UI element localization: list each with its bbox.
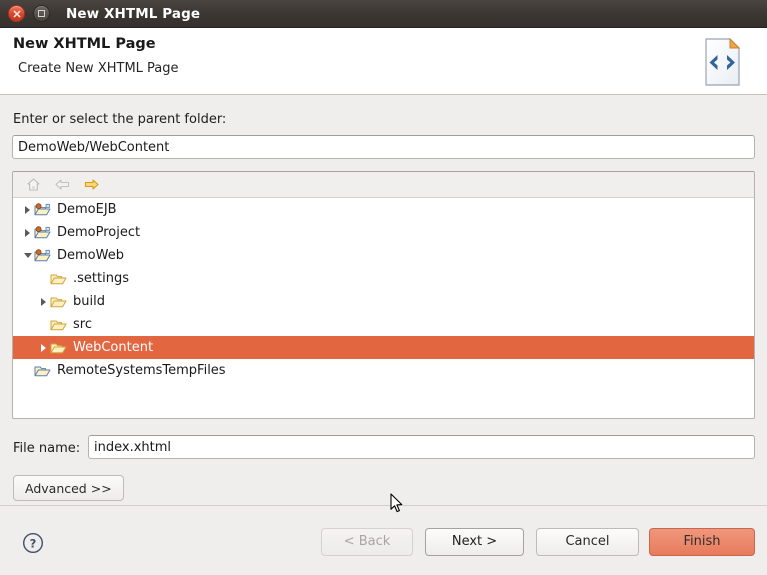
folder-icon [50,294,68,310]
tree-item-demoejb[interactable]: DemoEJB [13,198,754,221]
tree-item-remotesystemstempfiles[interactable]: RemoteSystemsTempFiles [13,359,754,382]
advanced-button[interactable]: Advanced >> [13,475,124,501]
tree-item-label: DemoProject [57,225,141,240]
chevron-right-icon[interactable] [21,221,34,244]
wizard-header: New XHTML Page Create New XHTML Page [0,28,767,95]
close-glyph [13,10,20,17]
chevron-right-icon[interactable] [37,336,50,359]
xhtml-page-icon [697,35,749,89]
file-name-label: File name: [13,441,81,456]
tree-item-src[interactable]: src [13,313,754,336]
dialog-body: Enter or select the parent folder: DemoW… [0,95,767,505]
svg-text:?: ? [30,536,37,550]
maximize-icon[interactable] [33,5,50,22]
maximize-glyph [38,10,45,17]
twisty-spacer [37,313,50,336]
project-folder-icon [34,202,52,218]
back-arrow-icon[interactable] [51,175,73,195]
forward-arrow-icon[interactable] [80,175,102,195]
twisty-spacer [37,267,50,290]
twisty-spacer [21,359,34,382]
cancel-button[interactable]: Cancel [536,528,639,556]
tree-item-label: WebContent [73,340,154,355]
tree-item-label: DemoEJB [57,202,117,217]
home-icon[interactable] [22,175,44,195]
parent-folder-input[interactable] [12,135,755,159]
folder-icon [50,340,68,356]
folder-icon [50,271,68,287]
folder-tree-panel: DemoEJB DemoProject DemoWeb .settings build s… [12,171,755,419]
chevron-right-icon[interactable] [37,290,50,313]
tree-item-build[interactable]: build [13,290,754,313]
back-button: < Back [321,528,413,556]
blue-folder-icon [34,363,52,379]
window-title: New XHTML Page [66,5,201,22]
title-bar: New XHTML Page [0,0,767,28]
parent-folder-label: Enter or select the parent folder: [13,112,227,127]
file-name-input[interactable] [88,435,755,459]
tree-item-demoproject[interactable]: DemoProject [13,221,754,244]
page-subtitle: Create New XHTML Page [18,61,179,76]
tree-item-settings[interactable]: .settings [13,267,754,290]
project-folder-icon [34,225,52,241]
close-icon[interactable] [8,5,25,22]
tree-item-label: build [73,294,105,309]
project-folder-icon [34,248,52,264]
new-xhtml-page-dialog: New XHTML Page New XHTML Page Create New… [0,0,767,575]
help-icon[interactable]: ? [22,532,44,554]
tree-item-label: src [73,317,92,332]
chevron-down-icon[interactable] [21,244,34,267]
folder-tree[interactable]: DemoEJB DemoProject DemoWeb .settings build s… [13,198,754,418]
tree-item-label: .settings [73,271,129,286]
tree-item-webcontent[interactable]: WebContent [13,336,754,359]
folder-icon [50,317,68,333]
tree-item-demoweb[interactable]: DemoWeb [13,244,754,267]
next-button[interactable]: Next > [425,528,524,556]
chevron-right-icon[interactable] [21,198,34,221]
page-title: New XHTML Page [13,36,156,52]
tree-item-label: DemoWeb [57,248,124,263]
finish-button[interactable]: Finish [649,528,755,556]
tree-toolbar [13,172,754,198]
tree-item-label: RemoteSystemsTempFiles [57,363,226,378]
